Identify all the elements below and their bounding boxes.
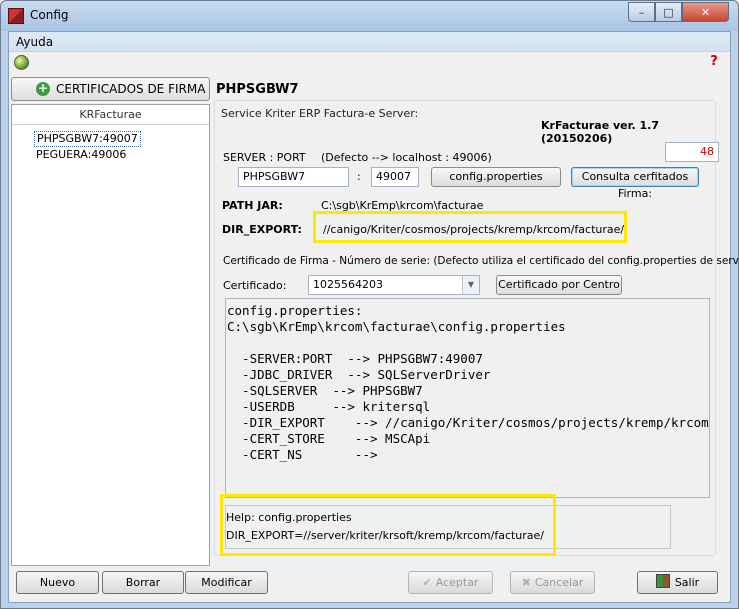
code-line: -SQLSERVER --> PHPSGBW7 [227,383,423,398]
config-properties-button[interactable]: config.properties [431,167,561,187]
title-bar[interactable]: Config – □ ✕ [1,1,738,31]
path-jar-label: PATH JAR: [222,199,283,212]
consulta-certificados-button[interactable]: Consulta cerfitados Firma: [571,167,699,200]
minimize-button[interactable]: – [628,2,655,22]
maximize-icon: □ [663,5,674,19]
help-icon[interactable]: ? [706,54,722,70]
server-port-label: SERVER : PORT [223,151,306,164]
modificar-button[interactable]: Modificar [185,571,268,594]
cert-label: Certificado: [223,279,287,292]
refresh-icon[interactable] [14,55,29,70]
server-item-phpsgbw7[interactable]: PHPSGBW7:49007 [34,131,141,147]
cancelar-button[interactable]: ✖ Cancelar [510,571,595,594]
close-button[interactable]: ✕ [682,2,729,22]
help-text: DIR_EXPORT=//server/kriter/krsoft/kremp/… [226,529,545,542]
aceptar-button[interactable]: ✔ Aceptar [408,571,493,594]
code-line: -SERVER:PORT --> PHPSGBW7:49007 [227,351,483,366]
code-line: C:\sgb\KrEmp\krcom\facturae\config.prope… [227,319,566,334]
config-text-area[interactable]: config.properties: C:\sgb\KrEmp\krcom\fa… [225,298,710,498]
app-icon [8,8,24,24]
code-line: config.properties: [227,303,363,318]
exit-icon [655,574,670,588]
close-icon: ✕ [700,5,711,19]
client-area: Ayuda ? + CERTIFICADOS DE FIRMA KRFactur… [8,31,739,603]
minimize-icon: – [638,5,645,19]
window-title: Config [30,8,69,22]
toolbar: ? [9,52,730,74]
maximize-button[interactable]: □ [655,2,682,22]
port-input[interactable]: 49007 [371,167,419,187]
menu-ayuda[interactable]: Ayuda [16,35,53,49]
code-line: -USERDB --> kritersql [227,399,431,414]
check-icon: ✔ [422,576,432,589]
server-item-peguera[interactable]: PEGUERA:49006 [34,148,128,162]
server-input[interactable]: PHPSGBW7 [238,167,349,187]
server-list-header: KRFacturae [12,105,209,125]
add-icon: + [36,81,50,96]
code-line: -CERT_STORE --> MSCApi [227,431,431,446]
cert-select[interactable]: 1025564203 ▼ [308,275,480,295]
chevron-down-icon[interactable]: ▼ [462,276,479,294]
count-field[interactable]: 48 [665,142,719,162]
help-highlight [220,494,556,556]
certificado-por-centro-button[interactable]: Certificado por Centro [496,275,622,295]
config-window: Config – □ ✕ Ayuda ? + CERTIFICADOS DE F… [0,0,739,609]
help-title: Help: config.properties [226,511,352,524]
default-hint: (Defecto --> localhost : 49006) [321,151,492,164]
code-line: -CERT_NS --> [227,447,378,462]
service-group-label: Service Kriter ERP Factura-e Server: [221,107,419,120]
nuevo-button[interactable]: Nuevo [16,571,99,594]
borrar-button[interactable]: Borrar [102,571,184,594]
certificados-firma-button[interactable]: + CERTIFICADOS DE FIRMA [11,77,210,101]
colon-label: : [357,170,361,183]
code-line: -JDBC_DRIVER --> SQLServerDriver [227,367,491,382]
cancel-icon: ✖ [521,576,531,589]
cert-select-value: 1025564203 [313,278,383,291]
salir-button[interactable]: Salir [637,571,718,594]
server-list: KRFacturae PHPSGBW7:49007 PEGUERA:49006 [11,104,210,566]
menu-bar: Ayuda [9,32,730,52]
dir-export-label: DIR_EXPORT: [222,223,302,236]
server-title: PHPSGBW7 [216,82,299,97]
cert-hint: Certificado de Firma - Número de serie: … [223,255,739,267]
dir-export-value: //canigo/Kriter/cosmos/projects/kremp/kr… [323,223,625,236]
code-line: -DIR_EXPORT --> //canigo/Kriter/cosmos/p… [242,415,709,430]
